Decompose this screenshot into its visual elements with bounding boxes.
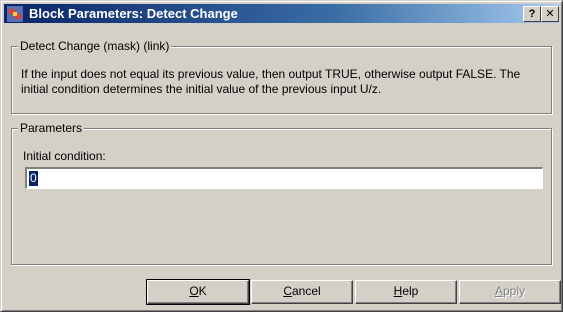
parameters-group: Parameters Initial condition: bbox=[11, 121, 552, 265]
initial-condition-value: 0 bbox=[29, 171, 38, 186]
ok-button-accel: O bbox=[189, 284, 199, 298]
cancel-button-label: ancel bbox=[291, 284, 321, 298]
initial-condition-label: Initial condition: bbox=[23, 149, 106, 163]
close-button[interactable]: ✕ bbox=[541, 6, 559, 22]
ok-button[interactable]: OK bbox=[146, 279, 250, 305]
window-title: Block Parameters: Detect Change bbox=[29, 6, 238, 21]
block-parameters-dialog: Block Parameters: Detect Change ? ✕ Dete… bbox=[0, 0, 563, 312]
title-bar[interactable]: Block Parameters: Detect Change ? ✕ bbox=[4, 4, 559, 23]
apply-button[interactable]: Apply bbox=[459, 280, 561, 304]
parameters-group-legend: Parameters bbox=[18, 121, 85, 136]
help-button-label: elp bbox=[402, 284, 419, 298]
apply-button-label: pply bbox=[503, 284, 526, 298]
mask-description-group: Detect Change (mask) (link) If the input… bbox=[11, 39, 552, 114]
context-help-button[interactable]: ? bbox=[523, 6, 541, 22]
simulink-block-icon bbox=[7, 6, 23, 22]
apply-button-accel: A bbox=[494, 284, 503, 298]
cancel-button[interactable]: Cancel bbox=[251, 280, 353, 304]
help-button[interactable]: Help bbox=[355, 280, 457, 304]
mask-description-text: If the input does not equal its previous… bbox=[21, 67, 521, 96]
cancel-button-accel: C bbox=[283, 284, 292, 298]
mask-group-legend: Detect Change (mask) (link) bbox=[18, 39, 172, 54]
initial-condition-input[interactable]: 0 bbox=[25, 167, 543, 189]
ok-button-label: K bbox=[198, 284, 207, 298]
